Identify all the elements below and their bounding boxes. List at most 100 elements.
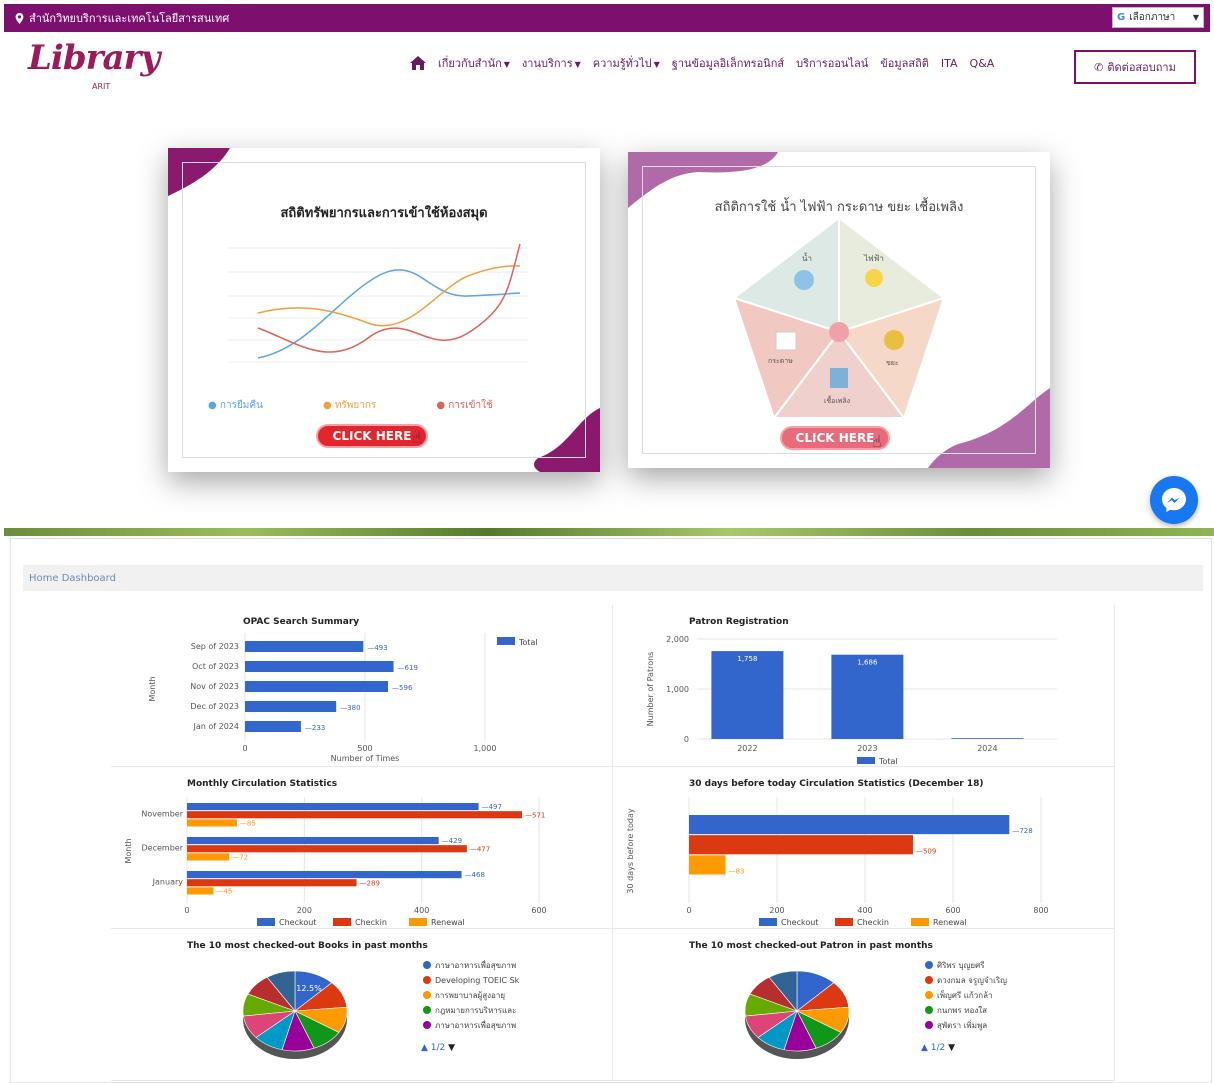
y-tick-label: January: [152, 878, 184, 887]
y-tick-label: December: [142, 844, 184, 853]
x-tick-label: 400: [414, 906, 429, 915]
bar: [187, 837, 439, 845]
hand-cursor-icon: ☝: [872, 432, 882, 451]
bar: [187, 853, 230, 861]
legend-label: กนกพร ทองใส: [937, 1006, 987, 1015]
legend-label: Total: [878, 757, 898, 765]
legend-borrow: ● การยืมคืน: [208, 400, 263, 411]
legend-label: การพยาบาลผู้สูงอายุ: [435, 991, 505, 1001]
legend-label: Total: [518, 638, 538, 647]
resource-pentagon: [731, 215, 947, 421]
bar: [245, 661, 394, 672]
pie-slice-label: 12.5%: [296, 984, 322, 993]
bar: [245, 681, 389, 692]
y-tick-label: Sep of 2023: [191, 642, 239, 651]
y-axis-label: Number of Patrons: [646, 652, 655, 727]
top-books-panel: The 10 most checked-out Books in past mo…: [111, 929, 613, 1081]
nav-item-statistics[interactable]: ข้อมูลสถิติ: [880, 54, 929, 72]
top-books-pie-chart: 12.5% ภาษาอาหารเพื่อสุขภาพ Developing TOEI…: [242, 959, 520, 1059]
phone-icon: ✆: [1094, 60, 1104, 74]
top-info-bar: สำนักวิทยบริการและเทคโนโลยีสารสนเทศ G เล…: [4, 4, 1210, 32]
legend-label: ดวงกมล จรูญจำเริญ: [937, 976, 1007, 986]
nav-item-ita[interactable]: ITA: [941, 57, 958, 70]
contact-button-label: ติดต่อสอบถาม: [1107, 61, 1176, 74]
data-label: —83: [729, 867, 745, 875]
top-patrons-panel: The 10 most checked-out Patron in past m…: [613, 929, 1115, 1081]
x-tick-label: 0: [242, 744, 247, 753]
bar: [187, 879, 357, 887]
messenger-chat-button[interactable]: [1150, 476, 1198, 524]
bar: [245, 701, 337, 712]
y-tick-label: 1,000: [666, 685, 689, 694]
top-patrons-pager[interactable]: ▲ 1/2 ▼: [921, 1043, 955, 1053]
nav-item-about[interactable]: เกี่ยวกับสำนัก ▼: [438, 54, 510, 72]
data-label: —289: [360, 879, 380, 887]
logo-word: Library: [28, 38, 160, 78]
legend-label: Checkout: [781, 918, 818, 927]
y-tick-label: Nov of 2023: [190, 682, 239, 691]
fuel-icon: [830, 368, 848, 388]
legend-label: Developing TOEIC Sk: [435, 976, 520, 985]
patron-registration-panel: Patron Registration 0 1,000 2,000 1,758 2022…: [613, 605, 1115, 767]
legend-swatch: [925, 1021, 933, 1029]
legend-swatch: [423, 976, 431, 984]
resource-usage-card[interactable]: สถิติการใช้ น้ำ ไฟฟ้า กระดาษ ขยะ เชื้อเพ…: [628, 152, 1050, 468]
bar: [711, 651, 784, 739]
daily-circulation-chart: 0 200 400 600 800 —728 —509 —83 Checkout Checkin R…: [626, 797, 1049, 927]
x-tick-label: 0: [184, 906, 189, 915]
data-label: —85: [240, 819, 256, 827]
x-tick-label: 600: [531, 906, 546, 915]
bar: [187, 871, 462, 879]
legend-swatch: [423, 991, 431, 999]
nav-item-services[interactable]: งานบริการ ▼: [522, 54, 581, 72]
home-icon[interactable]: [410, 56, 426, 70]
legend-label: Renewal: [431, 918, 465, 927]
data-label: —45: [216, 887, 232, 895]
data-label: —596: [392, 684, 413, 692]
legend-label: ภาษาอาหารเพื่อสุขภาพ: [435, 959, 516, 970]
x-axis-label: Number of Times: [331, 754, 400, 763]
library-chart-legend: ● การยืมคืน ● ทรัพยากร ● การเข้าใช้: [208, 398, 493, 413]
pager-prev-icon: ▲: [421, 1043, 428, 1053]
library-logo[interactable]: Library ARIT: [28, 38, 160, 96]
data-label: —72: [232, 853, 248, 861]
home-dashboard: Home Dashboard OPAC Search Summary 0 500 1…: [10, 538, 1212, 1083]
water-icon: [794, 270, 814, 290]
legend-swatch: [857, 757, 875, 764]
opac-panel: OPAC Search Summary 0 500 1,000 Sep of 2023…: [111, 605, 613, 767]
nav-item-knowledge[interactable]: ความรู้ทั่วไป ▼: [593, 54, 660, 72]
x-tick-label: 800: [1033, 906, 1048, 915]
legend-label: Renewal: [933, 918, 967, 927]
data-label: —619: [398, 664, 418, 672]
segment-label-fuel: เชื้อเพลิง: [824, 397, 851, 405]
legend-swatch: [497, 637, 515, 645]
address-text: สำนักวิทยบริการและเทคโนโลยีสารสนเทศ: [29, 12, 230, 25]
library-statistics-card[interactable]: สถิติทรัพยากรและการเข้าใช้ห้องสมุด ● การ…: [168, 148, 600, 472]
contact-button[interactable]: ✆ ติดต่อสอบถาม: [1074, 50, 1196, 84]
lightbulb-icon: [865, 269, 883, 287]
nav-item-qa[interactable]: Q&A: [970, 57, 995, 70]
top-patrons-pie-chart: ศิริพร บุญยศรีดวงกมล จรูญจำเริญเพ็ญศรี แ…: [744, 961, 1007, 1059]
data-label: —380: [340, 704, 360, 712]
bar: [187, 811, 522, 819]
data-label: —468: [465, 871, 485, 879]
legend-swatch: [911, 918, 929, 926]
top-books-pager[interactable]: ▲ 1/2 ▼: [421, 1043, 455, 1053]
logo-sub: ARIT: [92, 82, 111, 91]
hand-cursor-icon: ☝: [412, 428, 422, 447]
y-tick-label: 2,000: [666, 635, 689, 644]
data-label: —509: [916, 847, 936, 855]
bar: [187, 819, 237, 827]
nav-item-online-services[interactable]: บริการออนไลน์: [796, 54, 868, 72]
bar: [689, 815, 1010, 835]
language-select[interactable]: G เลือกภาษา ▼: [1112, 7, 1204, 28]
messenger-icon: [1162, 488, 1186, 512]
legend-swatch: [423, 961, 431, 969]
legend-swatch: [257, 918, 275, 926]
legend-label: Checkin: [857, 918, 889, 927]
x-tick-label: 2023: [857, 744, 877, 753]
nav-item-databases[interactable]: ฐานข้อมูลอิเล็กทรอนิกส์: [672, 54, 784, 72]
pager-prev-icon: ▲: [921, 1043, 928, 1053]
legend-label: เพ็ญศรี แก้วกล้า: [937, 990, 992, 1000]
legend-visits: ● การเข้าใช้: [436, 400, 493, 411]
